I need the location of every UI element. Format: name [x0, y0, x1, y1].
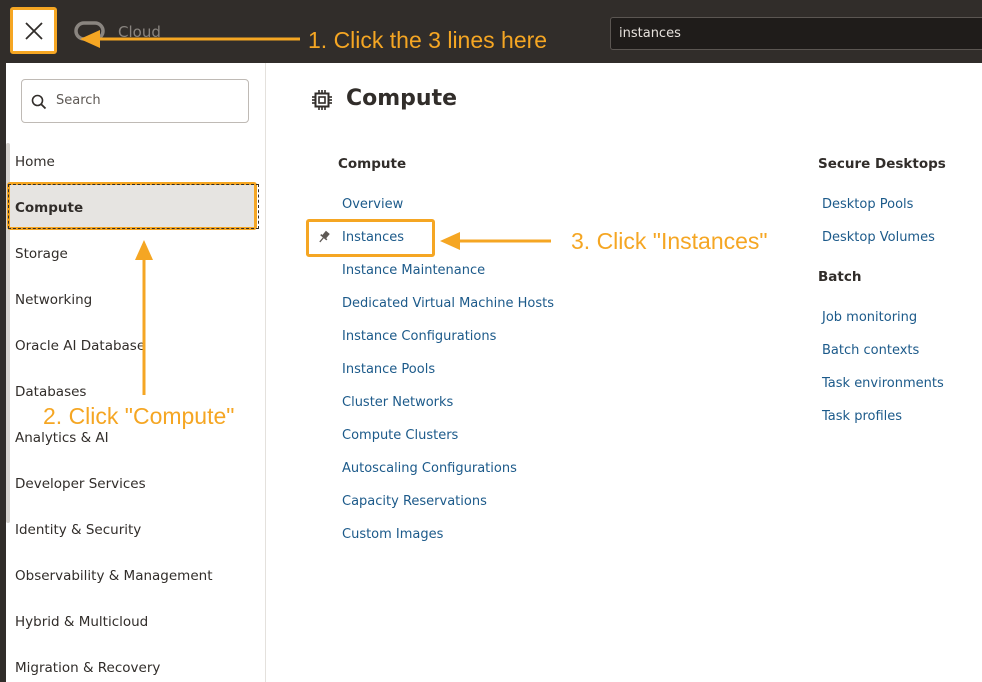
annotation-step-1: 1. Click the 3 lines here	[308, 27, 548, 53]
annotation-step-3: 3. Click "Instances"	[571, 228, 768, 254]
annotation-arrows	[80, 30, 551, 395]
annotation-step-2: 2. Click "Compute"	[43, 403, 235, 429]
